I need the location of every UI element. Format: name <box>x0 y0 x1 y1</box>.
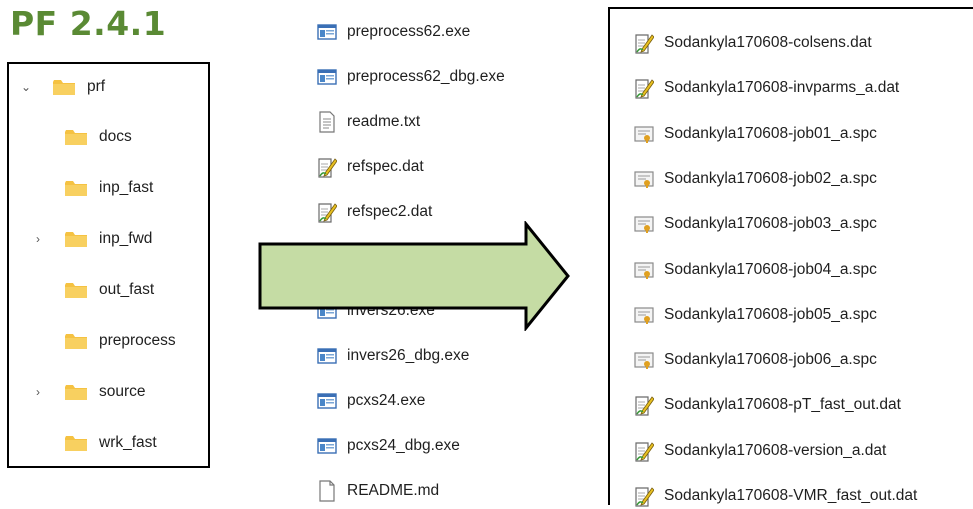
file-name: Sodankyla170608-invparms_a.dat <box>664 79 900 97</box>
folder-icon <box>65 435 87 451</box>
tree-item-inp-fwd[interactable]: › inp_fwd <box>9 226 152 252</box>
exe-icon <box>317 438 337 454</box>
file-item[interactable]: readme.txt <box>317 109 420 135</box>
text-file-icon <box>319 111 335 133</box>
file-name: preprocess62_dbg.exe <box>347 68 505 85</box>
file-name: Sodankyla170608-job06_a.spc <box>664 351 877 369</box>
folder-icon <box>65 180 87 196</box>
right-arrow-graphic <box>258 221 570 331</box>
folder-tree-panel: ⌄ prf docs inp_fast › inp_fwd out_fastprepro… <box>7 62 210 468</box>
file-item[interactable]: Sodankyla170608-job06_a.spc <box>634 347 877 373</box>
tree-item-root[interactable]: ⌄ prf <box>9 74 105 100</box>
file-name: refspec2.dat <box>347 203 433 220</box>
dat-file-icon <box>635 34 654 54</box>
spc-file-icon <box>634 352 654 370</box>
file-name: refspec.dat <box>347 158 424 175</box>
folder-icon <box>65 333 87 349</box>
file-item[interactable]: Sodankyla170608-job05_a.spc <box>634 302 877 328</box>
file-name: Sodankyla170608-VMR_fast_out.dat <box>664 487 918 504</box>
file-item[interactable]: README.md <box>317 478 439 504</box>
chevron-right-icon[interactable]: › <box>31 385 45 399</box>
file-name: preprocess62.exe <box>347 23 471 40</box>
spc-file-icon <box>634 216 654 234</box>
spc-file-icon <box>634 171 654 188</box>
file-name: Sodankyla170608-job04_a.spc <box>664 260 877 278</box>
file-item[interactable]: Sodankyla170608-job01_a.spc <box>634 121 877 147</box>
dat-file-icon <box>635 442 654 462</box>
tree-item-label: wrk_fast <box>99 434 157 451</box>
file-item[interactable]: Sodankyla170608-job02_a.spc <box>634 166 877 192</box>
exe-icon <box>317 69 337 85</box>
tree-item-out-fast[interactable]: out_fast <box>9 277 154 303</box>
file-item[interactable]: invers26_dbg.exe <box>317 343 469 369</box>
file-name: invers26_dbg.exe <box>347 347 470 364</box>
exe-icon <box>317 348 337 364</box>
file-item[interactable]: Sodankyla170608-job04_a.spc <box>634 257 877 283</box>
tree-item-preprocess[interactable]: preprocess <box>9 328 176 354</box>
file-name: Sodankyla170608-job05_a.spc <box>664 305 877 323</box>
tree-item-label: docs <box>99 128 132 145</box>
spc-file-icon <box>634 307 654 324</box>
tree-item-label: prf <box>87 78 106 95</box>
folder-icon <box>65 129 87 145</box>
dat-file-icon <box>318 203 337 223</box>
page-title: PF 2.4.1 <box>10 4 167 43</box>
file-item[interactable]: pcxs24_dbg.exe <box>317 433 460 459</box>
file-name: Sodankyla170608-job02_a.spc <box>664 169 877 187</box>
chevron-right-icon[interactable]: › <box>31 232 45 246</box>
file-name: Sodankyla170608-colsens.dat <box>664 34 872 51</box>
dat-file-icon <box>318 158 337 178</box>
dat-file-icon <box>635 396 654 416</box>
folder-icon <box>53 79 75 95</box>
folder-icon <box>65 282 87 298</box>
tree-item-label: inp_fast <box>99 179 154 196</box>
file-item[interactable]: preprocess62.exe <box>317 19 470 45</box>
spc-file-icon <box>634 125 654 143</box>
blank-file-icon <box>319 480 335 502</box>
file-name: Sodankyla170608-job01_a.spc <box>664 124 877 142</box>
tree-item-source[interactable]: › source <box>9 379 146 405</box>
dat-file-icon <box>635 79 654 99</box>
chevron-down-icon[interactable]: ⌄ <box>19 80 33 94</box>
tree-item-inp-fast[interactable]: inp_fast <box>9 175 153 201</box>
file-name: Sodankyla170608-version_a.dat <box>664 441 887 459</box>
spc-file-icon <box>634 261 654 279</box>
file-name: Sodankyla170608-job03_a.spc <box>664 215 877 233</box>
file-item[interactable]: refspec.dat <box>317 154 424 180</box>
tree-item-label: inp_fwd <box>99 230 153 247</box>
file-item[interactable]: preprocess62_dbg.exe <box>317 64 505 90</box>
file-item[interactable]: pcxs24.exe <box>317 388 425 414</box>
file-item[interactable]: Sodankyla170608-version_a.dat <box>634 438 886 464</box>
tree-item-wrk-fast[interactable]: wrk_fast <box>9 430 157 456</box>
file-name: pcxs24.exe <box>347 392 426 409</box>
tree-item-label: out_fast <box>99 281 155 298</box>
file-item[interactable]: Sodankyla170608-job03_a.spc <box>634 211 877 237</box>
file-item[interactable]: Sodankyla170608-invparms_a.dat <box>634 75 899 101</box>
file-name: README.md <box>347 482 440 499</box>
exe-icon <box>317 24 337 40</box>
result-files-panel: Sodankyla170608-colsens.dat Sodankyla1706… <box>608 7 973 507</box>
dat-file-icon <box>635 487 654 507</box>
exe-icon <box>317 393 337 409</box>
tree-item-label: preprocess <box>99 332 176 349</box>
tree-item-docs[interactable]: docs <box>9 124 132 150</box>
file-name: readme.txt <box>347 113 421 130</box>
file-item[interactable]: Sodankyla170608-colsens.dat <box>634 30 872 56</box>
folder-icon <box>65 231 87 247</box>
folder-icon <box>65 384 87 400</box>
tree-item-label: source <box>99 383 146 400</box>
file-item[interactable]: Sodankyla170608-pT_fast_out.dat <box>634 392 901 418</box>
file-item[interactable]: Sodankyla170608-VMR_fast_out.dat <box>634 483 917 509</box>
file-name: pcxs24_dbg.exe <box>347 437 460 454</box>
file-name: Sodankyla170608-pT_fast_out.dat <box>664 396 901 414</box>
